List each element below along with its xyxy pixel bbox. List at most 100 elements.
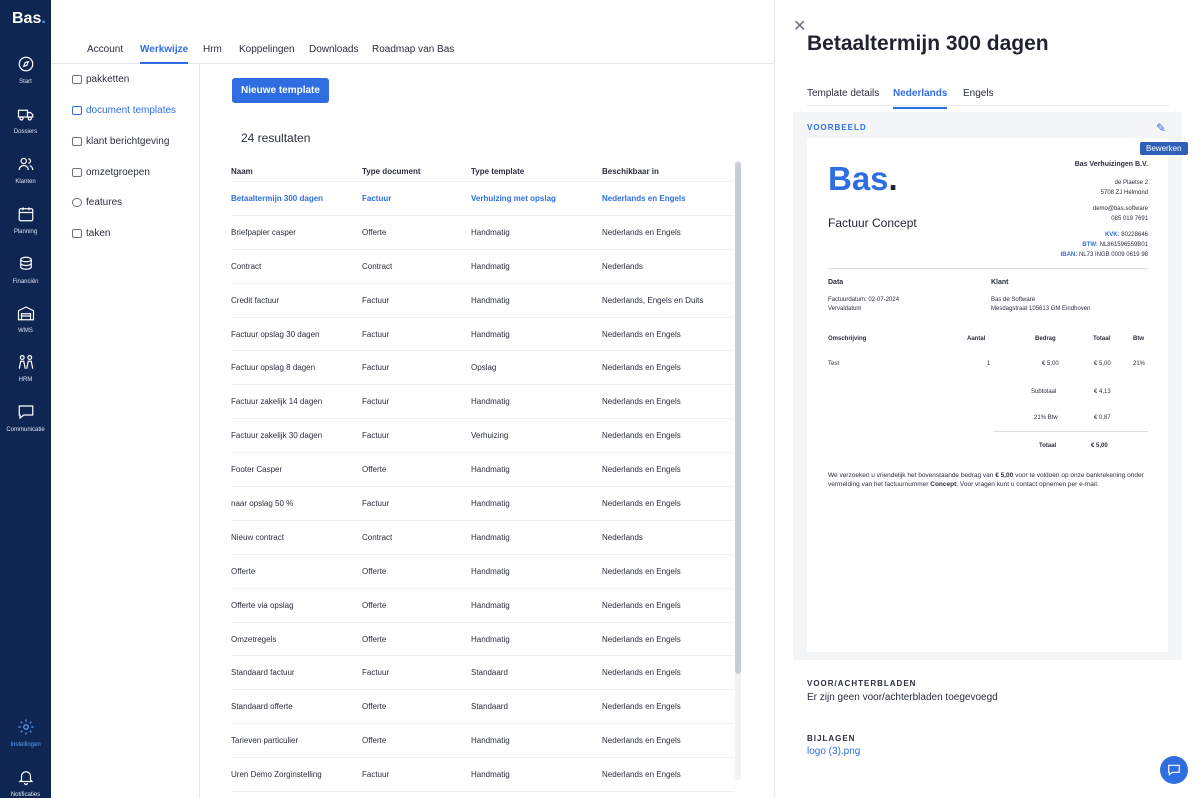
subtotal-value: € 4,13 — [1094, 389, 1111, 395]
table-body: Betaaltermijn 300 dagen Factuur Verhuizing… — [231, 182, 734, 793]
main-navigation: Bas. Start Dossiers Klanten Planning Fin… — [0, 0, 51, 798]
table-header: Naam Type document Type template Beschik… — [231, 160, 734, 182]
cell-type-template: Handmatig — [471, 600, 510, 610]
clipboard-icon — [72, 229, 82, 238]
submenu-taken[interactable]: taken — [72, 228, 110, 239]
table-row[interactable]: Offerte via opslag Offerte Handmatig Nederl… — [231, 589, 734, 623]
nav-item-notificaties[interactable]: Notificaties — [0, 768, 51, 798]
scrollbar-thumb[interactable] — [735, 162, 741, 674]
submenu-features[interactable]: features — [72, 197, 122, 208]
submenu-klant-berichtgeving[interactable]: klant berichtgeving — [72, 136, 169, 147]
table-row[interactable]: Factuur zakelijk 14 dagen Factuur Handmati… — [231, 385, 734, 420]
cell-type-document: Offerte — [362, 634, 387, 644]
table-row[interactable]: Uren Demo Zorginstelling Factuur Handmatig… — [231, 758, 734, 793]
nav-item-instellingen[interactable]: Instellingen — [0, 718, 51, 766]
cell-naam: Factuur opslag 30 dagen — [231, 329, 320, 339]
cell-type-template: Handmatig — [471, 499, 510, 509]
pencil-icon[interactable]: ✎ — [1156, 121, 1166, 135]
table-row[interactable]: Factuur opslag 8 dagen Factuur Opslag Neder… — [231, 351, 734, 386]
table-row[interactable]: Betaaltermijn 300 dagen Factuur Verhuizing… — [231, 182, 734, 216]
nav-item-dossiers[interactable]: Dossiers — [0, 105, 51, 153]
table-row[interactable]: Factuur opslag 30 dagen Factuur Handmatig N… — [231, 318, 734, 352]
submenu-omzetgroepen[interactable]: omzetgroepen — [72, 167, 150, 178]
column-type-document[interactable]: Type document — [362, 167, 421, 176]
cell-naam: Betaaltermijn 300 dagen — [231, 194, 324, 203]
company-address-1: de Plaetse 2 — [1114, 180, 1148, 186]
company-btw: BTW: NL861596559B01 — [1082, 242, 1148, 248]
nav-item-hrm[interactable]: HRM — [0, 353, 51, 401]
support-chat-button[interactable] — [1160, 756, 1188, 784]
new-template-button[interactable]: Nieuwe template — [232, 78, 329, 103]
column-naam[interactable]: Naam — [231, 167, 253, 176]
tab-koppelingen[interactable]: Koppelingen — [239, 44, 295, 55]
nav-label: Communicatie — [6, 427, 45, 433]
tab-account[interactable]: Account — [87, 44, 123, 55]
table-row[interactable]: naar opslag 50 % Factuur Handmatig Nederlan… — [231, 487, 734, 521]
chat-icon — [18, 405, 33, 420]
nav-item-wms[interactable]: WMS — [0, 304, 51, 352]
nav-item-communicatie[interactable]: Communicatie — [0, 403, 51, 451]
werkwijze-submenu: pakketten document templates klant beric… — [51, 64, 200, 798]
nav-item-financien[interactable]: Financiën — [0, 255, 51, 303]
client-address: Mesdagstraat 105613 GM Eindhoven — [991, 306, 1091, 312]
company-kvk: KVK: 80228646 — [1104, 232, 1148, 238]
item-quantity: 1 — [987, 361, 991, 367]
table-row[interactable]: Footer Casper Offerte Handmatig Nederlands … — [231, 453, 734, 488]
cell-naam: Tarieven particulier — [231, 736, 299, 746]
app-logo[interactable]: Bas. — [12, 10, 46, 28]
submenu-pakketten[interactable]: pakketten — [72, 74, 129, 85]
cell-type-document: Contract — [362, 532, 393, 542]
tab-hrm[interactable]: Hrm — [203, 44, 222, 55]
table-row[interactable]: Tarieven particulier Offerte Handmatig Nede… — [231, 724, 734, 759]
company-phone: 085 019 7691 — [1111, 216, 1148, 222]
list-scrollbar[interactable] — [735, 160, 741, 780]
cell-beschikbaar-in: Nederlands en Engels — [602, 702, 681, 712]
table-row[interactable]: Factuur zakelijk 30 dagen Factuur Verhuizi… — [231, 419, 734, 454]
cell-beschikbaar-in: Nederlands en Engels — [602, 499, 681, 509]
col-omschrijving: Omschrijving — [828, 336, 867, 342]
table-row[interactable]: Standaard offerte Offerte Standaard Nederla… — [231, 690, 734, 725]
closing-text: We verzoeken u vriendelijk het bovenstaa… — [828, 472, 1144, 488]
column-beschikbaar-in[interactable]: Beschikbaar in — [602, 167, 659, 176]
cell-naam: Uren Demo Zorginstelling — [231, 770, 322, 780]
tab-downloads[interactable]: Downloads — [309, 44, 358, 55]
col-btw: Btw — [1133, 336, 1144, 342]
nav-item-planning[interactable]: Planning — [0, 205, 51, 253]
table-row[interactable]: Offerte Offerte Handmatig Nederlands en Eng… — [231, 555, 734, 589]
nav-label: Start — [19, 79, 32, 85]
nav-label: Notificaties — [10, 792, 41, 798]
client-name: Bas de Software — [991, 297, 1036, 303]
mail-icon — [72, 137, 82, 146]
nav-item-klanten[interactable]: Klanten — [0, 155, 51, 203]
cell-beschikbaar-in: Nederlands en Engels — [602, 329, 681, 339]
table-row[interactable]: Nieuw contract Contract Handmatig Nederland… — [231, 521, 734, 555]
cell-type-document: Offerte — [362, 566, 387, 576]
cell-type-template: Verhuizing met opslag — [471, 194, 556, 203]
pages-text: Er zijn geen voor/achterbladen toegevoeg… — [807, 692, 998, 703]
tab-nederlands[interactable]: Nederlands — [893, 88, 948, 109]
cell-type-template: Handmatig — [471, 397, 510, 407]
cell-type-document: Offerte — [362, 465, 387, 475]
column-type-template[interactable]: Type template — [471, 167, 524, 176]
table-row[interactable]: Standaard factuur Factuur Standaard Nederla… — [231, 656, 734, 691]
tab-engels[interactable]: Engels — [963, 88, 994, 99]
submenu-document-templates[interactable]: document templates — [72, 105, 176, 116]
cell-naam: Credit factuur — [231, 295, 280, 305]
gear-icon — [18, 719, 33, 735]
cell-type-template: Handmatig — [471, 736, 510, 746]
preview-label: VOORBEELD — [807, 123, 867, 132]
nav-item-start[interactable]: Start — [0, 55, 51, 103]
tab-werkwijze[interactable]: Werkwijze — [140, 44, 189, 64]
tab-roadmap[interactable]: Roadmap van Bas — [372, 44, 454, 55]
table-row[interactable]: Contract Contract Handmatig Nederlands — [231, 250, 734, 284]
table-row[interactable]: Credit factuur Factuur Handmatig Nederlands… — [231, 284, 734, 318]
attachment-link[interactable]: logo (3).png — [807, 746, 860, 757]
close-icon[interactable]: ✕ — [793, 16, 806, 36]
cell-beschikbaar-in: Nederlands, Engels en Duits — [602, 295, 704, 305]
cell-naam: Briefpapier casper — [231, 227, 296, 237]
table-row[interactable]: Briefpapier casper Offerte Handmatig Nederl… — [231, 216, 734, 250]
table-row[interactable]: Omzetregels Offerte Handmatig Nederlands en… — [231, 623, 734, 657]
cell-beschikbaar-in: Nederlands en Engels — [602, 465, 681, 475]
tab-template-details[interactable]: Template details — [807, 88, 879, 99]
cell-type-template: Handmatig — [471, 532, 510, 542]
